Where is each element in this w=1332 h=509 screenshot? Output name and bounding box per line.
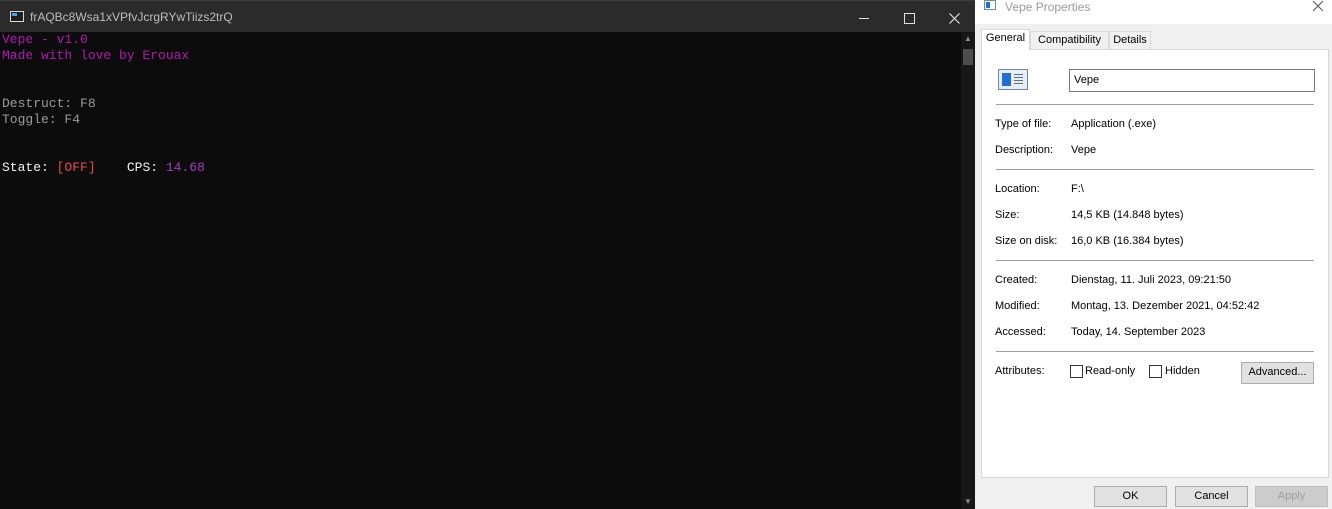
size-on-disk-value: 16,0 KB (16.384 bytes) bbox=[1071, 235, 1184, 247]
created-value: Dienstag, 11. Juli 2023, 09:21:50 bbox=[1071, 274, 1232, 286]
accessed-label: Accessed: bbox=[995, 326, 1046, 338]
application-file-icon bbox=[998, 69, 1028, 90]
tab-compatibility[interactable]: Compatibility bbox=[1030, 31, 1109, 49]
close-icon bbox=[1312, 0, 1324, 12]
status-line: State: [OFF] CPS: 14.68 bbox=[2, 160, 961, 176]
read-only-checkbox[interactable] bbox=[1070, 365, 1083, 378]
description-label: Description: bbox=[995, 144, 1054, 156]
modified-value: Montag, 13. Dezember 2021, 04:52:42 bbox=[1071, 300, 1260, 312]
destruct-hotkey-line: Destruct: F8 bbox=[2, 96, 96, 111]
read-only-label[interactable]: Read-only bbox=[1085, 365, 1135, 377]
console-output[interactable]: Vepe - v1.0 Made with love by Erouax Des… bbox=[0, 32, 961, 509]
console-scrollbar[interactable]: ▲ ▼ bbox=[961, 32, 975, 509]
properties-title-bar[interactable]: Vepe Properties bbox=[975, 0, 1332, 24]
scroll-up-arrow-icon[interactable]: ▲ bbox=[961, 32, 975, 46]
divider bbox=[996, 169, 1314, 170]
cps-value: 14.68 bbox=[165, 160, 205, 175]
scroll-thumb[interactable] bbox=[963, 49, 973, 65]
location-value: F:\ bbox=[1071, 183, 1084, 195]
cps-label: CPS: bbox=[126, 160, 166, 175]
size-on-disk-label: Size on disk: bbox=[995, 235, 1058, 247]
advanced-button[interactable]: Advanced... bbox=[1241, 362, 1314, 384]
credit-line: Made with love by Erouax bbox=[2, 48, 190, 63]
hidden-label[interactable]: Hidden bbox=[1165, 365, 1200, 377]
maximize-button[interactable] bbox=[886, 1, 932, 33]
properties-title: Vepe Properties bbox=[1005, 0, 1091, 14]
location-label: Location: bbox=[995, 183, 1040, 195]
console-window: frAQBc8Wsa1xVPfvJcrgRYwTiizs2trQ Vepe - … bbox=[0, 0, 975, 509]
modified-label: Modified: bbox=[995, 300, 1040, 312]
type-of-file-value: Application (.exe) bbox=[1071, 118, 1156, 130]
scroll-down-arrow-icon[interactable]: ▼ bbox=[961, 495, 975, 509]
size-label: Size: bbox=[995, 209, 1020, 221]
divider bbox=[996, 260, 1314, 261]
hidden-checkbox[interactable] bbox=[1149, 365, 1162, 378]
tab-general[interactable]: General bbox=[981, 29, 1030, 50]
ok-button[interactable]: OK bbox=[1094, 486, 1167, 507]
console-title: frAQBc8Wsa1xVPfvJcrgRYwTiizs2trQ bbox=[30, 10, 233, 24]
maximize-icon bbox=[903, 12, 915, 24]
size-value: 14,5 KB (14.848 bytes) bbox=[1071, 209, 1184, 221]
apply-button[interactable]: Apply bbox=[1255, 486, 1328, 507]
tab-details[interactable]: Details bbox=[1109, 31, 1151, 49]
general-tab-panel: Vepe Type of file: Application (.exe) De… bbox=[981, 49, 1329, 478]
console-app-icon bbox=[10, 11, 24, 22]
close-icon bbox=[948, 12, 960, 24]
state-value: [OFF] bbox=[56, 160, 96, 175]
divider bbox=[996, 351, 1314, 352]
properties-dialog: Vepe Properties General Compatibility De… bbox=[975, 0, 1332, 509]
state-label: State: bbox=[2, 160, 57, 175]
divider bbox=[996, 104, 1314, 105]
minimize-icon bbox=[859, 17, 869, 19]
file-name-input[interactable]: Vepe bbox=[1069, 69, 1315, 92]
version-line: Vepe - v1.0 bbox=[2, 32, 88, 47]
file-properties-icon bbox=[984, 0, 996, 10]
console-title-bar[interactable]: frAQBc8Wsa1xVPfvJcrgRYwTiizs2trQ bbox=[0, 0, 975, 32]
close-button[interactable] bbox=[931, 1, 977, 33]
toggle-hotkey-line: Toggle: F4 bbox=[2, 112, 81, 127]
cancel-button[interactable]: Cancel bbox=[1175, 486, 1248, 507]
attributes-label: Attributes: bbox=[995, 365, 1045, 377]
properties-close-button[interactable] bbox=[1308, 0, 1328, 14]
type-of-file-label: Type of file: bbox=[995, 118, 1052, 130]
description-value: Vepe bbox=[1071, 144, 1097, 156]
minimize-button[interactable] bbox=[841, 1, 887, 33]
accessed-value: Today, 14. September 2023 bbox=[1071, 326, 1206, 338]
created-label: Created: bbox=[995, 274, 1038, 286]
